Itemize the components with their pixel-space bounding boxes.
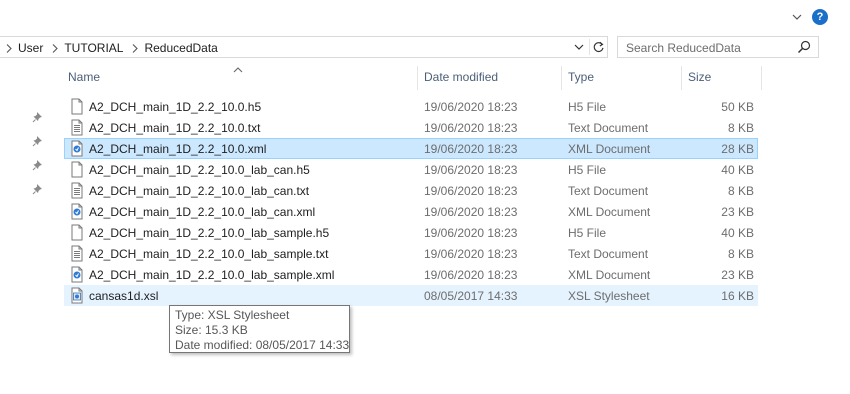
file-icon xyxy=(69,224,85,241)
file-type: Text Document xyxy=(568,184,649,198)
search-input[interactable]: Search ReducedData xyxy=(626,41,741,55)
file-size: 23 KB xyxy=(721,268,754,282)
file-date-modified: 19/06/2020 18:23 xyxy=(424,205,518,219)
file-type: XML Document xyxy=(568,205,651,219)
expand-ribbon-chevron-icon[interactable] xyxy=(790,10,804,24)
file-type: Text Document xyxy=(568,121,649,135)
tooltip-size: Size: 15.3 KB xyxy=(175,323,248,337)
file-icon xyxy=(69,98,85,115)
xsl-file-icon xyxy=(69,287,85,304)
help-icon[interactable]: ? xyxy=(812,9,828,25)
breadcrumb-item-reduceddata[interactable]: ReducedData xyxy=(142,41,222,55)
pin-icon[interactable] xyxy=(32,135,44,147)
column-header-size[interactable]: Size xyxy=(684,66,760,90)
file-type: H5 File xyxy=(568,226,607,240)
file-size: 8 KB xyxy=(727,121,754,135)
file-name: A2_DCH_main_1D_2.2_10.0_lab_sample.h5 xyxy=(89,226,330,240)
file-date-modified: 19/06/2020 18:23 xyxy=(424,184,518,198)
file-size: 28 KB xyxy=(721,142,754,156)
file-name: A2_DCH_main_1D_2.2_10.0_lab_sample.txt xyxy=(89,247,329,261)
tooltip-date-modified: Date modified: 08/05/2017 14:33 xyxy=(175,338,350,352)
file-name: A2_DCH_main_1D_2.2_10.0.xml xyxy=(89,142,267,156)
file-row[interactable]: A2_DCH_main_1D_2.2_10.0_lab_can.txt 19/0… xyxy=(64,180,758,201)
file-info-tooltip: Type: XSL Stylesheet Size: 15.3 KB Date … xyxy=(169,305,350,353)
breadcrumb-item-user[interactable]: User xyxy=(16,41,48,55)
file-name: A2_DCH_main_1D_2.2_10.0.h5 xyxy=(89,100,262,114)
file-icon xyxy=(69,161,85,178)
file-row[interactable]: A2_DCH_main_1D_2.2_10.0_lab_can.h5 19/06… xyxy=(64,159,758,180)
file-row[interactable]: A2_DCH_main_1D_2.2_10.0.txt 19/06/2020 1… xyxy=(64,117,758,138)
breadcrumb-item-tutorial[interactable]: TUTORIAL xyxy=(62,41,128,55)
file-name: A2_DCH_main_1D_2.2_10.0_lab_can.txt xyxy=(89,184,310,198)
file-row[interactable]: A2_DCH_main_1D_2.2_10.0_lab_sample.xml 1… xyxy=(64,264,758,285)
file-name: A2_DCH_main_1D_2.2_10.0_lab_sample.xml xyxy=(89,268,335,282)
text-file-icon xyxy=(69,245,85,262)
file-row-hovered[interactable]: cansas1d.xsl 08/05/2017 14:33 XSL Styles… xyxy=(64,285,758,306)
file-type: Text Document xyxy=(568,247,649,261)
search-box[interactable]: Search ReducedData xyxy=(617,36,819,58)
tooltip-type: Type: XSL Stylesheet xyxy=(175,308,290,322)
file-list: A2_DCH_main_1D_2.2_10.0.h5 19/06/2020 18… xyxy=(64,96,758,306)
file-size: 16 KB xyxy=(721,289,754,303)
file-date-modified: 19/06/2020 18:23 xyxy=(424,100,518,114)
column-header-date-modified[interactable]: Date modified xyxy=(420,66,560,90)
xml-file-icon xyxy=(69,140,85,157)
file-type: XML Document xyxy=(568,142,651,156)
pin-icon[interactable] xyxy=(32,183,44,195)
column-divider[interactable] xyxy=(417,66,418,90)
file-size: 40 KB xyxy=(721,163,754,177)
file-date-modified: 19/06/2020 18:23 xyxy=(424,163,518,177)
breadcrumb-chevron-icon[interactable] xyxy=(48,40,62,56)
file-row[interactable]: A2_DCH_main_1D_2.2_10.0_lab_sample.txt 1… xyxy=(64,243,758,264)
breadcrumb-chevron-icon[interactable] xyxy=(128,40,142,56)
file-type: H5 File xyxy=(568,163,607,177)
xml-file-icon xyxy=(69,266,85,283)
file-row[interactable]: A2_DCH_main_1D_2.2_10.0_lab_can.xml 19/0… xyxy=(64,201,758,222)
file-date-modified: 19/06/2020 18:23 xyxy=(424,121,518,135)
file-row[interactable]: A2_DCH_main_1D_2.2_10.0.h5 19/06/2020 18… xyxy=(64,96,758,117)
ribbon-strip: ? xyxy=(0,0,850,34)
file-type: H5 File xyxy=(568,100,607,114)
address-bar[interactable]: User TUTORIAL ReducedData xyxy=(0,36,608,58)
file-size: 50 KB xyxy=(721,100,754,114)
file-size: 8 KB xyxy=(727,184,754,198)
file-size: 8 KB xyxy=(727,247,754,261)
address-history-dropdown-icon[interactable] xyxy=(572,40,586,54)
file-name: A2_DCH_main_1D_2.2_10.0_lab_can.h5 xyxy=(89,163,310,177)
pin-icon[interactable] xyxy=(32,111,44,123)
column-header-name[interactable]: Name xyxy=(64,66,416,90)
xml-file-icon xyxy=(69,203,85,220)
column-divider[interactable] xyxy=(681,66,682,90)
breadcrumb: User TUTORIAL ReducedData xyxy=(2,40,223,56)
file-size: 40 KB xyxy=(721,226,754,240)
file-type: XSL Stylesheet xyxy=(568,289,650,303)
file-size: 23 KB xyxy=(721,205,754,219)
file-name: cansas1d.xsl xyxy=(89,289,159,303)
breadcrumb-chevron-icon[interactable] xyxy=(2,40,16,56)
column-header-type[interactable]: Type xyxy=(564,66,680,90)
column-divider[interactable] xyxy=(561,66,562,90)
file-date-modified: 19/06/2020 18:23 xyxy=(424,226,518,240)
pin-icon[interactable] xyxy=(32,159,44,171)
file-row[interactable]: A2_DCH_main_1D_2.2_10.0_lab_sample.h5 19… xyxy=(64,222,758,243)
column-divider[interactable] xyxy=(761,66,762,90)
file-date-modified: 19/06/2020 18:23 xyxy=(424,247,518,261)
text-file-icon xyxy=(69,182,85,199)
search-icon[interactable] xyxy=(797,40,811,54)
file-name: A2_DCH_main_1D_2.2_10.0_lab_can.xml xyxy=(89,205,316,219)
file-type: XML Document xyxy=(568,268,651,282)
file-row-selected[interactable]: A2_DCH_main_1D_2.2_10.0.xml 19/06/2020 1… xyxy=(64,138,758,159)
refresh-icon[interactable] xyxy=(589,39,605,55)
file-name: A2_DCH_main_1D_2.2_10.0.txt xyxy=(89,121,261,135)
file-date-modified: 08/05/2017 14:33 xyxy=(424,289,518,303)
file-date-modified: 19/06/2020 18:23 xyxy=(424,142,518,156)
text-file-icon xyxy=(69,119,85,136)
file-date-modified: 19/06/2020 18:23 xyxy=(424,268,518,282)
